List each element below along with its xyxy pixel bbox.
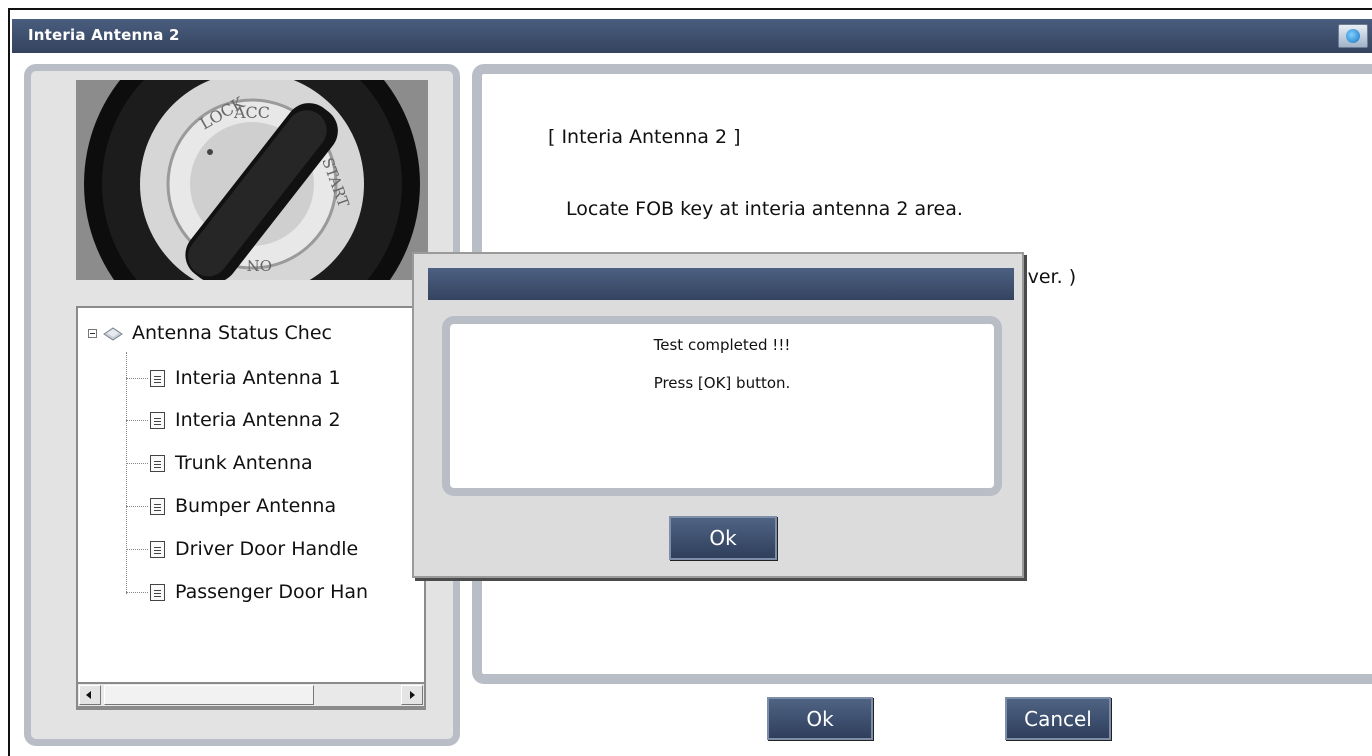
tree-item-label: Trunk Antenna bbox=[175, 452, 313, 474]
scroll-left-icon[interactable] bbox=[79, 685, 101, 705]
tree-item-passenger-door-handle[interactable]: Passenger Door Han bbox=[126, 580, 368, 604]
cancel-button[interactable]: Cancel bbox=[1005, 697, 1111, 740]
fob-key-photo: LOCK ACC START ON bbox=[76, 80, 428, 280]
document-icon bbox=[150, 411, 165, 429]
instruction-heading: [ Interia Antenna 2 ] bbox=[548, 126, 741, 148]
instruction-text: Locate FOB key at interia antenna 2 area… bbox=[566, 198, 963, 220]
tree-root-label: Antenna Status Chec bbox=[132, 322, 332, 344]
scroll-thumb[interactable] bbox=[104, 685, 314, 705]
antenna-icon bbox=[103, 327, 123, 341]
tree-item-label: Interia Antenna 2 bbox=[175, 409, 341, 431]
tree-horizontal-scrollbar[interactable] bbox=[76, 682, 426, 708]
ok-button[interactable]: Ok bbox=[767, 697, 873, 740]
dialog-ok-button[interactable]: Ok bbox=[669, 516, 777, 560]
scroll-right-icon[interactable] bbox=[401, 685, 423, 705]
ignition-switch-image: LOCK ACC START ON bbox=[76, 80, 428, 280]
tree-item-bumper-antenna[interactable]: Bumper Antenna bbox=[126, 494, 336, 518]
tree-item-trunk-antenna[interactable]: Trunk Antenna bbox=[126, 451, 313, 475]
antenna-tree: Antenna Status Chec Interia Antenna 1 In… bbox=[76, 306, 426, 710]
tree-item-interia-antenna-1[interactable]: Interia Antenna 1 bbox=[126, 366, 341, 390]
ring-label-on: ON bbox=[247, 256, 272, 274]
tree-item-interia-antenna-2[interactable]: Interia Antenna 2 bbox=[126, 408, 341, 432]
document-icon bbox=[150, 583, 165, 601]
document-icon bbox=[150, 540, 165, 558]
dialog-message-box: Test completed !!! Press [OK] button. bbox=[442, 316, 1002, 496]
tree-item-label: Driver Door Handle bbox=[175, 538, 359, 560]
dialog-titlebar bbox=[428, 268, 1014, 300]
tree-item-label: Passenger Door Han bbox=[175, 581, 369, 603]
instruction-partial-text: over. ) bbox=[1016, 266, 1077, 288]
collapse-icon[interactable] bbox=[88, 328, 97, 338]
tree-item-driver-door-handle[interactable]: Driver Door Handle bbox=[126, 537, 358, 561]
ring-label-acc: ACC bbox=[233, 103, 270, 122]
document-icon bbox=[150, 369, 165, 387]
document-icon bbox=[150, 454, 165, 472]
dialog-message-line2: Press [OK] button. bbox=[653, 374, 791, 392]
test-complete-dialog: Test completed !!! Press [OK] button. Ok bbox=[412, 252, 1024, 578]
dialog-message-line1: Test completed !!! bbox=[653, 336, 791, 354]
document-icon bbox=[150, 497, 165, 515]
window-titlebar: Interia Antenna 2 bbox=[12, 19, 1372, 53]
tree-item-label: Bumper Antenna bbox=[175, 495, 337, 517]
tree-root-node[interactable]: Antenna Status Chec bbox=[88, 322, 332, 344]
tree-item-label: Interia Antenna 1 bbox=[175, 367, 341, 389]
window-title: Interia Antenna 2 bbox=[28, 26, 180, 44]
app-globe-icon[interactable] bbox=[1338, 24, 1368, 48]
